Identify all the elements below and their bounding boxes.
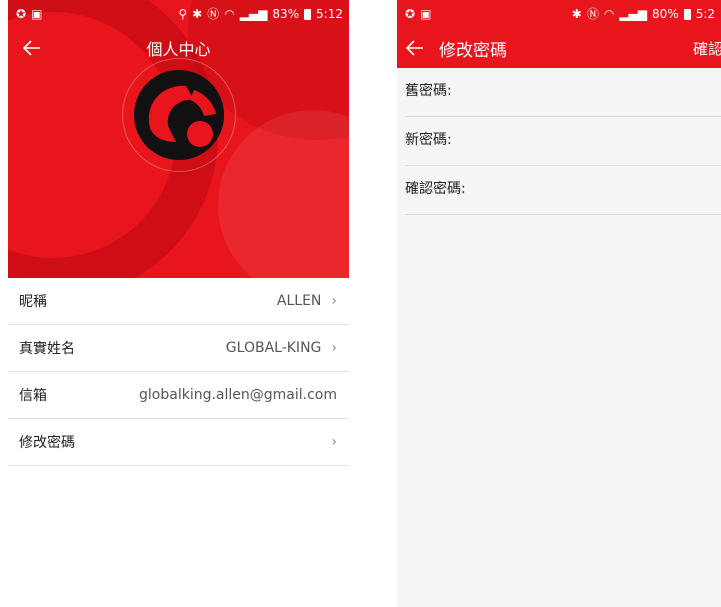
battery-icon: [304, 8, 312, 20]
bluetooth-icon: ✱: [192, 7, 203, 21]
battery-icon: [683, 8, 691, 20]
nfc-icon: Ⓝ: [207, 7, 220, 21]
old-password-row: 舊密碼:: [405, 68, 721, 117]
confirm-password-label: 確認密碼:: [405, 181, 466, 197]
confirm-password-field[interactable]: [471, 180, 721, 198]
list-item-change-password[interactable]: 修改密碼 ›: [8, 419, 349, 466]
chevron-right-icon: ›: [331, 293, 337, 309]
profile-header: ✪ ▣ ⚲ ✱ Ⓝ ◠ ▂▄▆ 83% 5:12 個人中心: [8, 0, 349, 278]
status-bar: ✪ ▣ ⚲ ✱ Ⓝ ◠ ▂▄▆ 83% 5:12: [8, 0, 349, 28]
arrow-left-icon[interactable]: [20, 36, 44, 60]
battery-percent: 80%: [652, 7, 679, 21]
row-value: globalking.allen@gmail.com: [139, 387, 337, 403]
profile-screen: ✪ ▣ ⚲ ✱ Ⓝ ◠ ▂▄▆ 83% 5:12 個人中心 昵稱 ALLEN ›…: [8, 0, 349, 607]
status-time: 5:2: [695, 7, 715, 21]
image-notification-icon: ▣: [420, 7, 432, 21]
logo-icon: [134, 70, 224, 160]
page-title: 個人中心: [146, 40, 211, 59]
row-label: 昵稱: [19, 294, 47, 310]
list-item-nickname[interactable]: 昵稱 ALLEN ›: [8, 278, 349, 325]
signal-icon: ▂▄▆: [239, 7, 268, 21]
row-label: 真實姓名: [19, 341, 75, 357]
new-password-label: 新密碼:: [405, 132, 452, 148]
row-label: 修改密碼: [19, 435, 75, 451]
wifi-icon: ◠: [603, 7, 615, 21]
password-form: 舊密碼: 新密碼: 確認密碼:: [397, 68, 721, 215]
status-time: 5:12: [316, 7, 343, 21]
new-password-field[interactable]: [457, 131, 721, 149]
battery-percent: 83%: [272, 7, 300, 21]
confirm-button[interactable]: 確認: [693, 38, 721, 59]
location-icon: ⚲: [178, 7, 188, 21]
row-value: GLOBAL-KING: [225, 340, 322, 356]
list-item-real-name[interactable]: 真實姓名 GLOBAL-KING ›: [8, 325, 349, 372]
avatar[interactable]: [134, 70, 224, 160]
old-password-label: 舊密碼:: [405, 83, 452, 99]
bluetooth-icon: ✱: [571, 7, 582, 21]
change-password-header: ✪ ▣ ✱ Ⓝ ◠ ▂▄▆ 80% 5:2 修改密碼 確認: [397, 0, 721, 68]
chevron-right-icon: ›: [331, 434, 337, 450]
old-password-field[interactable]: [457, 82, 721, 100]
app-notification-icon: ✪: [16, 7, 27, 21]
page-title: 修改密碼: [439, 40, 507, 61]
status-bar: ✪ ▣ ✱ Ⓝ ◠ ▂▄▆ 80% 5:2: [397, 0, 721, 28]
row-label: 信箱: [19, 388, 47, 404]
image-notification-icon: ▣: [31, 7, 43, 21]
app-notification-icon: ✪: [405, 7, 416, 21]
profile-list: 昵稱 ALLEN › 真實姓名 GLOBAL-KING › 信箱 globalk…: [8, 278, 349, 466]
wifi-icon: ◠: [224, 7, 235, 21]
arrow-left-icon[interactable]: [403, 36, 427, 60]
list-item-email: 信箱 globalking.allen@gmail.com: [8, 372, 349, 419]
title-bar: 修改密碼 確認: [397, 28, 721, 68]
confirm-password-row: 確認密碼:: [405, 166, 721, 215]
change-password-screen: ✪ ▣ ✱ Ⓝ ◠ ▂▄▆ 80% 5:2 修改密碼 確認 舊密碼: 新密碼: …: [397, 0, 721, 607]
row-value: ALLEN: [276, 293, 322, 309]
chevron-right-icon: ›: [331, 340, 337, 356]
nfc-icon: Ⓝ: [586, 7, 599, 21]
header-background-circle: [218, 110, 349, 278]
new-password-row: 新密碼:: [405, 117, 721, 166]
avatar-ring: [122, 58, 236, 172]
signal-icon: ▂▄▆: [619, 7, 648, 21]
